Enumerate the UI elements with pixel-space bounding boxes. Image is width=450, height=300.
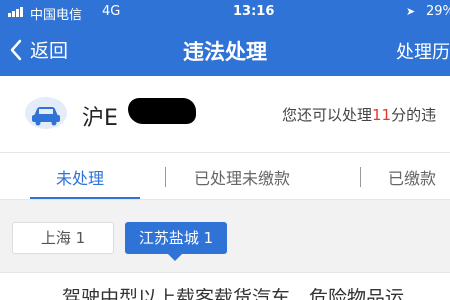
status-bar: 中国电信 4G 13:16 ➤ 29% [0, 0, 450, 24]
status-tabs: 未处理 已处理未缴款 已缴款 [0, 152, 450, 200]
status-time: 13:16 [233, 4, 275, 19]
region-jiangsu-yancheng-button[interactable]: 江苏盐城 1 [125, 222, 227, 254]
active-tab-indicator [30, 197, 140, 199]
region-filter-area: 上海 1 江苏盐城 1 [0, 200, 450, 272]
network-type: 4G [102, 4, 121, 19]
license-plate: 沪E [82, 106, 118, 131]
violation-card[interactable]: 驾驶中型以上载客载货汽车、危险物品运 [0, 272, 450, 300]
tab-unprocessed[interactable]: 未处理 [56, 165, 104, 189]
tab-processed-unpaid[interactable]: 已处理未缴款 [194, 165, 290, 189]
tab-paid[interactable]: 已缴款 [388, 165, 436, 189]
tab-divider [360, 167, 361, 187]
remaining-points-text: 您还可以处理11分的违 [282, 104, 436, 125]
battery-percent: 29% [426, 4, 450, 19]
vehicle-info-row: 沪E 您还可以处理11分的违 [0, 76, 450, 152]
car-icon [25, 97, 67, 129]
carrier-name: 中国电信 [30, 8, 83, 23]
plate-redaction [128, 98, 196, 124]
violation-description: 驾驶中型以上载客载货汽车、危险物品运 [62, 287, 405, 300]
page-title: 违法处理 [183, 40, 267, 64]
remaining-points: 11 [372, 106, 392, 124]
location-arrow-icon: ➤ [406, 5, 416, 18]
region-shanghai-button[interactable]: 上海 1 [12, 222, 114, 254]
remaining-prefix: 您还可以处理 [282, 106, 373, 124]
navigation-bar: 返回 违法处理 处理历 [0, 24, 450, 76]
tab-divider [165, 167, 166, 187]
selected-region-pointer [168, 254, 182, 261]
processing-history-button[interactable]: 处理历 [396, 38, 450, 64]
remaining-suffix: 分的违 [391, 106, 437, 124]
signal-strength-icon [8, 7, 23, 17]
